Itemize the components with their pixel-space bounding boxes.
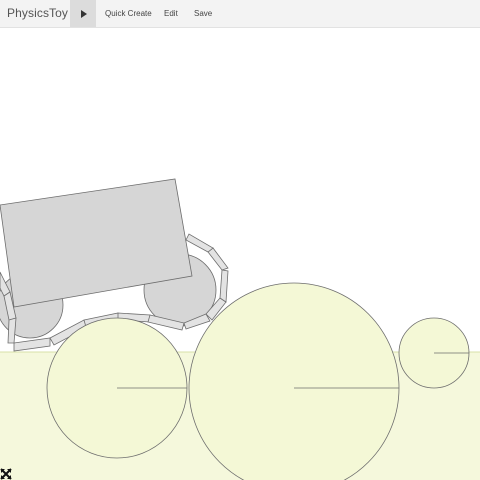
top-toolbar: PhysicsToy Quick Create Edit Save bbox=[0, 0, 480, 28]
ball-right[interactable] bbox=[398, 317, 470, 389]
play-button[interactable] bbox=[70, 0, 96, 27]
app-title: PhysicsToy bbox=[7, 6, 69, 20]
tread-segment bbox=[207, 247, 229, 271]
ball-center[interactable] bbox=[188, 282, 400, 480]
edit-menu[interactable]: Edit bbox=[164, 9, 178, 18]
tread-segment bbox=[219, 269, 229, 303]
ball-left[interactable] bbox=[46, 317, 188, 459]
tread-segment bbox=[185, 233, 214, 253]
save-menu[interactable]: Save bbox=[194, 9, 212, 18]
quick-create-menu[interactable]: Quick Create bbox=[105, 9, 152, 18]
physics-canvas[interactable] bbox=[0, 28, 480, 480]
scene-svg bbox=[0, 178, 480, 480]
resize-arrows-icon[interactable] bbox=[0, 468, 12, 480]
tread-segment bbox=[13, 337, 51, 352]
play-icon bbox=[81, 9, 87, 18]
tread-segment bbox=[7, 317, 17, 344]
